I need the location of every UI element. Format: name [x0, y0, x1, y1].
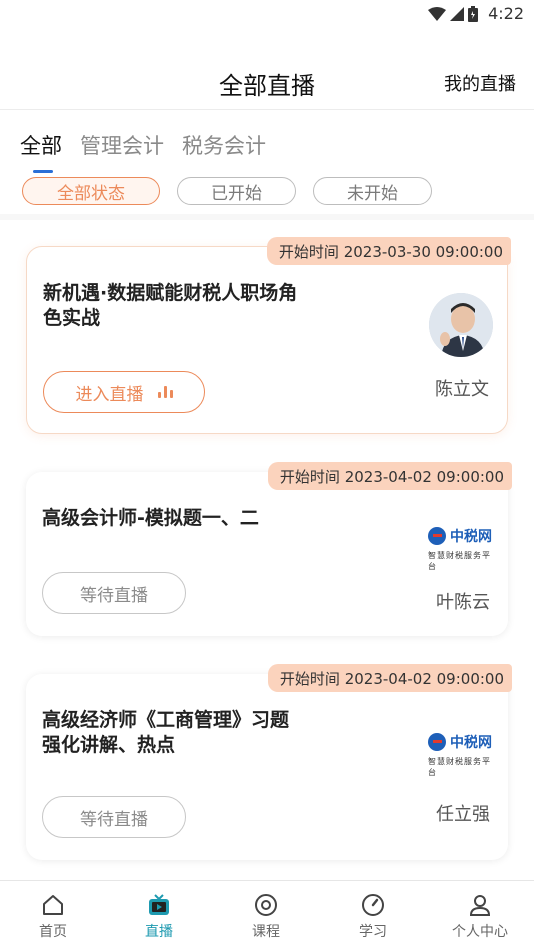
nav-study[interactable]: 学习 — [333, 893, 413, 941]
teacher-name: 任立强 — [436, 804, 490, 825]
start-time-badge: 开始时间 2023-04-02 09:00:00 — [267, 664, 512, 692]
signal-icon — [450, 6, 465, 21]
wait-live-button[interactable]: 等待直播 — [42, 796, 186, 838]
logo-text: 中税网 — [450, 529, 492, 545]
logo-text: 中税网 — [450, 735, 492, 751]
my-live-link[interactable]: 我的直播 — [444, 70, 516, 96]
category-tabs: 全部 管理会计 税务会计 — [20, 130, 266, 160]
filter-not-started[interactable]: 未开始 — [313, 177, 432, 205]
teacher-name: 陈立文 — [435, 379, 489, 400]
live-bars-icon — [157, 386, 173, 398]
start-time-badge: 开始时间 2023-03-30 09:00:00 — [266, 237, 511, 265]
tab-indicator — [33, 170, 53, 173]
wait-live-button[interactable]: 等待直播 — [42, 572, 186, 614]
nav-course[interactable]: 课程 — [226, 893, 306, 941]
nav-home-label: 首页 — [39, 924, 67, 940]
live-title: 高级经济师《工商管理》习题强化讲解、热点 — [42, 709, 290, 756]
tab-management-accounting[interactable]: 管理会计 — [80, 130, 164, 160]
live-title: 新机遇·数据赋能财税人职场角色实战 — [43, 282, 298, 329]
compass-icon — [362, 894, 384, 916]
status-bar: 4:22 — [0, 0, 534, 30]
live-card[interactable]: 开始时间 2023-04-02 09:00:00 高级会计师-模拟题一、二 中税… — [26, 462, 512, 636]
nav-profile[interactable]: 个人中心 — [440, 893, 520, 941]
logo-tagline: 智慧财税服务平台 — [428, 757, 491, 777]
nav-study-label: 学习 — [359, 924, 387, 940]
zhongshui-logo: 中税网 智慧财税服务平台 — [428, 526, 496, 571]
logo-mark-icon — [428, 527, 446, 545]
teacher-avatar — [429, 293, 493, 357]
logo-mark-icon — [428, 733, 446, 751]
status-filters: 全部状态 已开始 未开始 — [22, 177, 432, 205]
filter-started[interactable]: 已开始 — [177, 177, 296, 205]
live-tv-icon — [149, 894, 169, 915]
status-time: 4:22 — [488, 4, 524, 23]
live-title: 高级会计师-模拟题一、二 — [42, 507, 259, 529]
tab-all[interactable]: 全部 — [20, 130, 62, 160]
nav-live[interactable]: 直播 — [119, 893, 199, 941]
tab-tax-accounting[interactable]: 税务会计 — [182, 130, 266, 160]
live-card[interactable]: 开始时间 2023-03-30 09:00:00 新机遇·数据赋能财税人职场角色… — [26, 237, 511, 434]
filter-all-status[interactable]: 全部状态 — [22, 177, 160, 205]
zhongshui-logo: 中税网 智慧财税服务平台 — [428, 732, 496, 777]
nav-home[interactable]: 首页 — [13, 893, 93, 941]
course-icon — [255, 894, 277, 916]
status-icons: 4:22 — [428, 4, 524, 23]
start-time-badge: 开始时间 2023-04-02 09:00:00 — [267, 462, 512, 490]
logo-tagline: 智慧财税服务平台 — [428, 551, 491, 571]
user-icon — [469, 895, 491, 916]
enter-live-button[interactable]: 进入直播 — [43, 371, 205, 413]
wifi-icon — [428, 6, 447, 21]
person-portrait-icon — [429, 293, 493, 357]
home-icon — [43, 895, 63, 915]
section-divider — [0, 214, 534, 220]
battery-icon — [468, 5, 479, 22]
nav-live-label: 直播 — [145, 924, 173, 940]
nav-profile-label: 个人中心 — [452, 924, 508, 940]
header: 全部直播 我的直播 — [0, 60, 534, 110]
nav-course-label: 课程 — [252, 924, 280, 940]
teacher-name: 叶陈云 — [436, 592, 490, 613]
enter-live-label: 进入直播 — [75, 384, 144, 405]
bottom-nav: 首页 直播 课程 学习 个人中心 — [0, 880, 534, 950]
live-card[interactable]: 开始时间 2023-04-02 09:00:00 高级经济师《工商管理》习题强化… — [26, 664, 512, 860]
